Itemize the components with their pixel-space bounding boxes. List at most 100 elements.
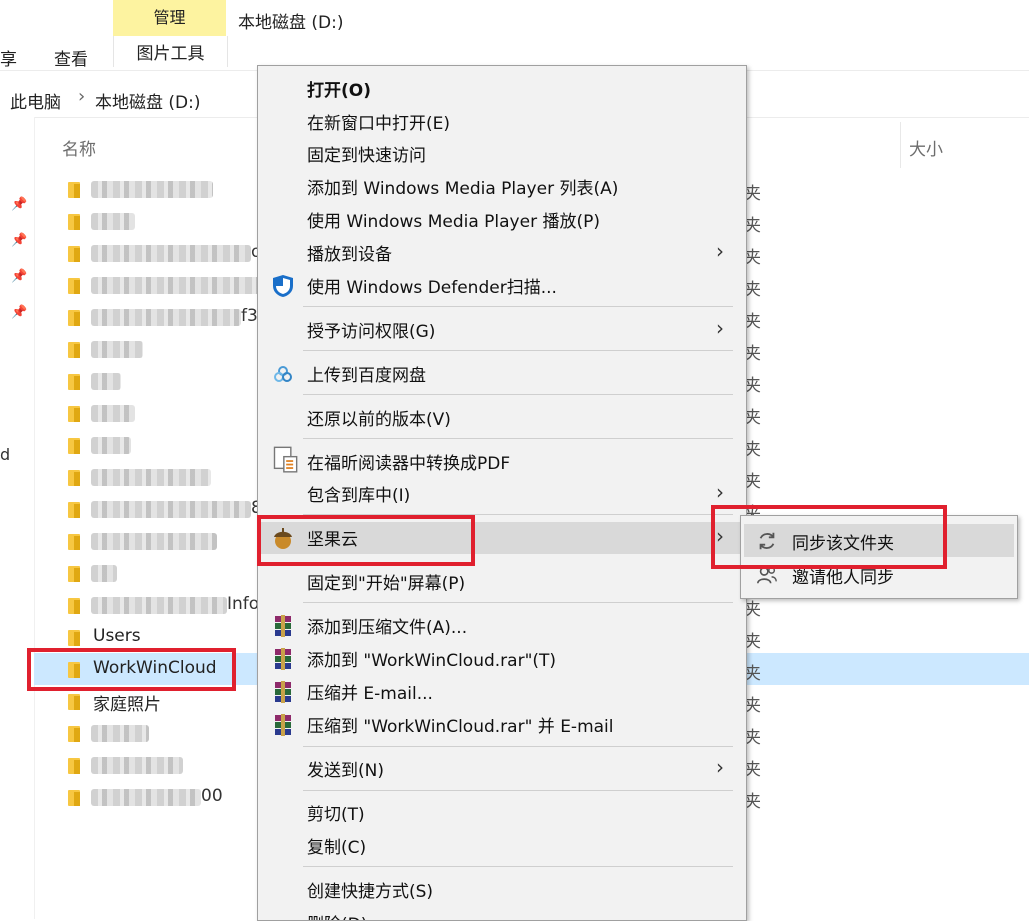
blurred-filename [91, 501, 251, 518]
navigation-pane[interactable]: 📌 📌 📌 📌 d [0, 117, 35, 919]
folder-icon [68, 598, 80, 614]
folder-icon [68, 246, 80, 262]
chevron-right-icon: › [716, 480, 724, 504]
blurred-filename [91, 405, 135, 422]
menu-item-add-wmp-list[interactable]: 添加到 Windows Media Player 列表(A) [258, 171, 746, 203]
file-name: 家庭照片 [93, 695, 161, 715]
blurred-filename [91, 597, 227, 614]
menu-item-grant-access[interactable]: 授予访问权限(G) › [258, 314, 746, 346]
baidu-cloud-icon [274, 366, 292, 382]
blurred-filename [91, 469, 211, 486]
highlight-box-jianguoyun [257, 515, 475, 566]
breadcrumb-separator-icon: › [78, 86, 86, 107]
column-header-size[interactable]: 大小 [909, 135, 943, 160]
blurred-filename [91, 565, 117, 582]
defender-shield-icon [273, 275, 293, 297]
tab-manage[interactable]: 管理 [113, 0, 226, 36]
folder-icon [68, 726, 80, 742]
menu-item-pin-start[interactable]: 固定到"开始"屏幕(P) [258, 566, 746, 598]
winrar-icon [275, 681, 291, 703]
blurred-filename [91, 757, 183, 774]
foxit-document-icon [273, 446, 298, 473]
folder-icon [68, 374, 80, 390]
menu-separator [303, 790, 733, 791]
folder-icon [68, 214, 80, 230]
file-name-suffix: Info [227, 594, 260, 614]
folder-icon [68, 566, 80, 582]
menu-item-send-to[interactable]: 发送到(N) › [258, 753, 746, 785]
tab-share[interactable]: 享 [0, 45, 17, 70]
nav-partial-label: d [0, 445, 11, 464]
pin-icon: 📌 [11, 197, 28, 212]
blurred-filename [91, 277, 261, 294]
tab-view[interactable]: 查看 [54, 45, 88, 70]
menu-item-cast-to-device[interactable]: 播放到设备 › [258, 237, 746, 269]
menu-separator [303, 746, 733, 747]
column-header-name[interactable]: 名称 [62, 135, 96, 160]
file-name-suffix: 00 [201, 786, 223, 806]
folder-icon [68, 630, 80, 646]
blurred-filename [91, 341, 143, 358]
chevron-right-icon: › [716, 316, 724, 340]
file-name: Users [93, 626, 141, 646]
folder-icon [68, 470, 80, 486]
column-divider[interactable] [900, 122, 901, 168]
folder-icon [68, 342, 80, 358]
blurred-filename [91, 245, 251, 262]
winrar-icon [275, 648, 291, 670]
menu-item-create-shortcut[interactable]: 创建快捷方式(S) [258, 874, 746, 906]
menu-item-include-library[interactable]: 包含到库中(I) › [258, 478, 746, 510]
blurred-filename [91, 437, 131, 454]
pin-icon: 📌 [11, 269, 28, 284]
folder-icon [68, 278, 80, 294]
winrar-icon [275, 714, 291, 736]
blurred-filename [91, 533, 217, 550]
blurred-filename [91, 789, 201, 806]
menu-item-compress-rar-email[interactable]: 压缩到 "WorkWinCloud.rar" 并 E-mail [258, 709, 746, 741]
chevron-right-icon: › [716, 755, 724, 779]
menu-item-add-to-rar[interactable]: 添加到 "WorkWinCloud.rar"(T) [258, 643, 746, 675]
menu-separator [303, 866, 733, 867]
folder-icon [68, 310, 80, 326]
pin-icon: 📌 [11, 233, 28, 248]
winrar-icon [275, 615, 291, 637]
blurred-filename [91, 309, 241, 326]
chevron-right-icon: › [716, 239, 724, 263]
menu-item-pin-quick-access[interactable]: 固定到快速访问 [258, 138, 746, 170]
menu-separator [303, 350, 733, 351]
folder-icon [68, 790, 80, 806]
pin-icon: 📌 [11, 305, 28, 320]
highlight-box-workwincloud [27, 648, 236, 691]
folder-icon [68, 182, 80, 198]
blurred-filename [91, 725, 149, 742]
menu-item-upload-baidu[interactable]: 上传到百度网盘 [258, 358, 746, 390]
menu-item-open-new-window[interactable]: 在新窗口中打开(E) [258, 106, 746, 138]
folder-icon [68, 502, 80, 518]
folder-icon [68, 534, 80, 550]
folder-icon [68, 438, 80, 454]
menu-item-foxit-pdf[interactable]: 在福昕阅读器中转换成PDF [258, 446, 746, 478]
menu-item-cut[interactable]: 剪切(T) [258, 797, 746, 829]
folder-icon [68, 406, 80, 422]
breadcrumb-drive[interactable]: 本地磁盘 (D:) [95, 88, 201, 113]
folder-icon [68, 694, 80, 710]
menu-separator [303, 394, 733, 395]
menu-item-play-wmp[interactable]: 使用 Windows Media Player 播放(P) [258, 204, 746, 236]
tab-picture-tools[interactable]: 图片工具 [113, 36, 228, 67]
menu-item-add-archive[interactable]: 添加到压缩文件(A)... [258, 610, 746, 642]
blurred-filename [91, 213, 135, 230]
breadcrumb-this-pc[interactable]: 此电脑 [10, 88, 61, 113]
blurred-filename [91, 181, 213, 198]
menu-separator [303, 602, 733, 603]
folder-icon [68, 758, 80, 774]
menu-item-open[interactable]: 打开(O) [258, 73, 746, 105]
menu-item-compress-email[interactable]: 压缩并 E-mail... [258, 676, 746, 708]
menu-item-restore-versions[interactable]: 还原以前的版本(V) [258, 402, 746, 434]
context-menu[interactable]: 打开(O) 在新窗口中打开(E) 固定到快速访问 添加到 Windows Med… [257, 65, 747, 921]
menu-separator [303, 438, 733, 439]
menu-item-defender-scan[interactable]: 使用 Windows Defender扫描... [258, 270, 746, 302]
menu-item-copy[interactable]: 复制(C) [258, 830, 746, 862]
menu-separator [303, 306, 733, 307]
highlight-box-sync-folder [711, 505, 947, 569]
blurred-filename [91, 373, 121, 390]
